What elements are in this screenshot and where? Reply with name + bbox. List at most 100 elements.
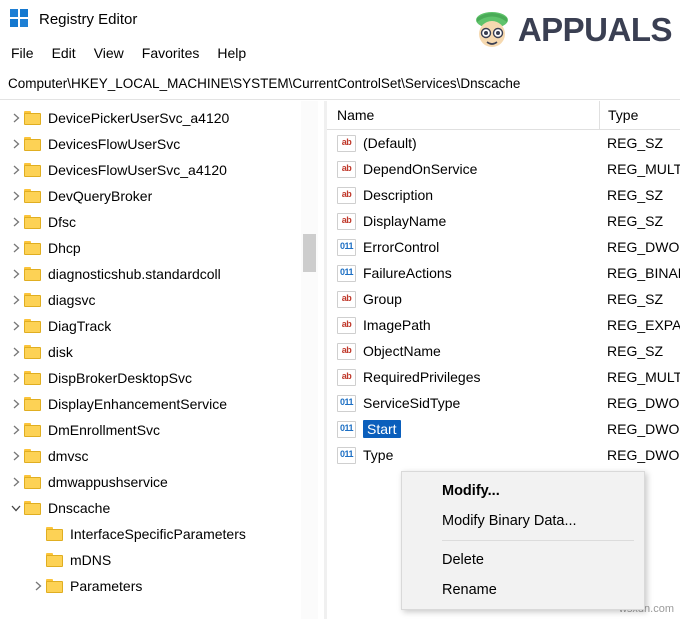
chevron-right-icon[interactable]	[8, 131, 24, 157]
folder-icon	[46, 578, 64, 594]
value-name: ServiceSidType	[363, 395, 461, 411]
values-list: ab (Default) REG_SZ ab DependOnService REG_MU…	[327, 130, 680, 468]
menu-item-view[interactable]: View	[85, 43, 133, 63]
tree-item[interactable]: Dnscache	[0, 495, 324, 521]
string-value-icon: ab	[337, 342, 356, 360]
context-menu-item[interactable]: Modify Binary Data...	[402, 506, 644, 536]
value-row[interactable]: ab ImagePath REG_EXPAND_SZ	[327, 312, 680, 338]
tree-item-label: DevQueryBroker	[48, 188, 153, 204]
tree-item[interactable]: DispBrokerDesktopSvc	[0, 365, 324, 391]
value-type: REG_SZ	[607, 291, 664, 307]
value-name-cell: ab RequiredPrivileges	[327, 368, 599, 386]
value-row[interactable]: 011 Type REG_DWORD	[327, 442, 680, 468]
value-row[interactable]: 011 ServiceSidType REG_DWORD	[327, 390, 680, 416]
chevron-right-icon[interactable]	[8, 365, 24, 391]
tree-item[interactable]: diagnosticshub.standardcoll	[0, 261, 324, 287]
menu-item-favorites[interactable]: Favorites	[133, 43, 209, 63]
value-name-cell: ab DisplayName	[327, 212, 599, 230]
tree-scrollbar[interactable]	[301, 101, 318, 619]
string-value-icon: ab	[337, 134, 356, 152]
tree-item[interactable]: InterfaceSpecificParameters	[0, 521, 324, 547]
chevron-right-icon[interactable]	[8, 313, 24, 339]
folder-icon	[24, 136, 42, 152]
chevron-right-icon[interactable]	[30, 573, 46, 599]
registry-path: Computer\HKEY_LOCAL_MACHINE\SYSTEM\Curre…	[8, 75, 521, 91]
folder-icon	[24, 162, 42, 178]
chevron-right-icon[interactable]	[8, 391, 24, 417]
string-value-icon: ab	[337, 368, 356, 386]
folder-icon	[24, 292, 42, 308]
value-type: REG_EXPAND_SZ	[607, 317, 680, 333]
tree-item[interactable]: Dfsc	[0, 209, 324, 235]
chevron-right-icon[interactable]	[8, 157, 24, 183]
tree-item[interactable]: disk	[0, 339, 324, 365]
context-menu-item[interactable]: Rename	[402, 575, 644, 605]
string-value-icon: ab	[337, 186, 356, 204]
tree-scrollbar-thumb[interactable]	[303, 234, 316, 272]
menu-item-help[interactable]: Help	[208, 43, 255, 63]
column-header-name[interactable]: Name	[327, 107, 599, 123]
tree-item-label: DevicePickerUserSvc_a4120	[48, 110, 230, 126]
value-name: Description	[363, 187, 434, 203]
registry-tree: DevicePickerUserSvc_a4120 DevicesFlowUser…	[0, 101, 324, 599]
registry-tree-pane[interactable]: DevicePickerUserSvc_a4120 DevicesFlowUser…	[0, 101, 324, 619]
tree-item[interactable]: diagsvc	[0, 287, 324, 313]
context-menu[interactable]: Modify... Modify Binary Data... Delete Rena…	[401, 471, 645, 610]
chevron-right-icon[interactable]	[8, 261, 24, 287]
value-row[interactable]: 011 FailureActions REG_BINARY	[327, 260, 680, 286]
menu-bar: File Edit View Favorites Help	[0, 40, 680, 66]
value-name: (Default)	[363, 135, 417, 151]
context-menu-item[interactable]: Modify...	[402, 476, 644, 506]
tree-item-label: DiagTrack	[48, 318, 112, 334]
value-name: Type	[363, 447, 394, 463]
value-name: FailureActions	[363, 265, 452, 281]
folder-icon	[24, 448, 42, 464]
tree-item[interactable]: DiagTrack	[0, 313, 324, 339]
window-title: Registry Editor	[39, 10, 138, 28]
chevron-right-icon[interactable]	[8, 417, 24, 443]
binary-value-icon: 011	[337, 446, 356, 464]
value-row[interactable]: ab DisplayName REG_SZ	[327, 208, 680, 234]
tree-item[interactable]: mDNS	[0, 547, 324, 573]
value-row[interactable]: 011 Start REG_DWORD	[327, 416, 680, 442]
value-name-cell: 011 Start	[327, 420, 599, 438]
tree-item[interactable]: Parameters	[0, 573, 324, 599]
context-menu-item[interactable]: Delete	[402, 545, 644, 575]
value-row[interactable]: ab DependOnService REG_MULTI_SZ	[327, 156, 680, 182]
chevron-right-icon[interactable]	[8, 209, 24, 235]
folder-icon	[24, 396, 42, 412]
chevron-right-icon[interactable]	[8, 287, 24, 313]
chevron-right-icon[interactable]	[8, 339, 24, 365]
value-row[interactable]: ab RequiredPrivileges REG_MULTI_SZ	[327, 364, 680, 390]
chevron-right-icon[interactable]	[8, 183, 24, 209]
tree-item[interactable]: dmvsc	[0, 443, 324, 469]
tree-item[interactable]: DevQueryBroker	[0, 183, 324, 209]
tree-item[interactable]: Dhcp	[0, 235, 324, 261]
chevron-right-icon[interactable]	[8, 235, 24, 261]
value-row[interactable]: ab (Default) REG_SZ	[327, 130, 680, 156]
menu-item-file[interactable]: File	[2, 43, 43, 63]
chevron-down-icon[interactable]	[8, 495, 24, 521]
tree-item-label: diagsvc	[48, 292, 96, 308]
menu-item-edit[interactable]: Edit	[43, 43, 85, 63]
address-bar[interactable]: Computer\HKEY_LOCAL_MACHINE\SYSTEM\Curre…	[0, 70, 680, 96]
column-header-type[interactable]: Type	[599, 101, 680, 129]
tree-item[interactable]: dmwappushservice	[0, 469, 324, 495]
value-row[interactable]: ab Description REG_SZ	[327, 182, 680, 208]
chevron-right-icon[interactable]	[8, 105, 24, 131]
value-row[interactable]: ab ObjectName REG_SZ	[327, 338, 680, 364]
value-row[interactable]: 011 ErrorControl REG_DWORD	[327, 234, 680, 260]
value-name-cell: 011 ServiceSidType	[327, 394, 599, 412]
tree-item[interactable]: DevicePickerUserSvc_a4120	[0, 105, 324, 131]
chevron-right-icon[interactable]	[8, 469, 24, 495]
value-row[interactable]: ab Group REG_SZ	[327, 286, 680, 312]
tree-item-label: Dfsc	[48, 214, 76, 230]
tree-item[interactable]: DevicesFlowUserSvc_a4120	[0, 157, 324, 183]
chevron-right-icon[interactable]	[8, 443, 24, 469]
tree-item[interactable]: DisplayEnhancementService	[0, 391, 324, 417]
tree-item[interactable]: DmEnrollmentSvc	[0, 417, 324, 443]
value-type: REG_SZ	[607, 135, 664, 151]
folder-icon	[24, 474, 42, 490]
tree-item[interactable]: DevicesFlowUserSvc	[0, 131, 324, 157]
tree-item-label: mDNS	[70, 552, 112, 568]
